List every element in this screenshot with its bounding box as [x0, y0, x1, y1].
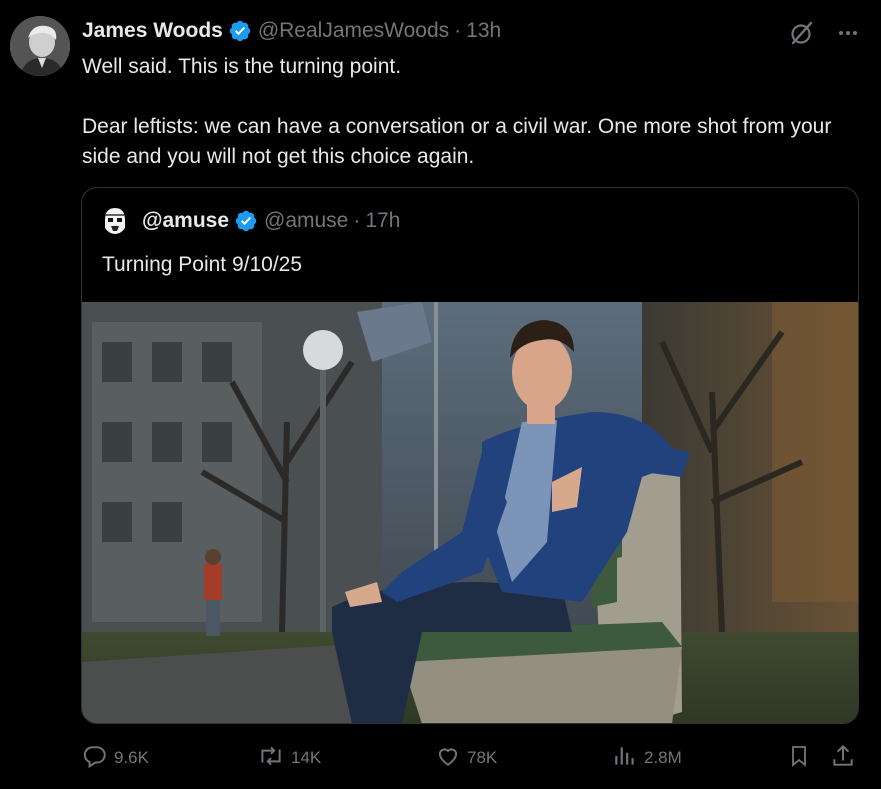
bookmark-icon — [787, 743, 817, 774]
verified-badge-icon — [228, 19, 252, 43]
quoted-timestamp[interactable]: 17h — [365, 209, 400, 233]
share-button[interactable] — [830, 738, 862, 778]
repost-count: 14K — [291, 748, 322, 767]
reply-count: 9.6K — [114, 748, 149, 767]
separator-dot: · — [353, 209, 361, 232]
reply-button[interactable]: 9.6K — [82, 738, 149, 778]
quoted-tweet[interactable]: @amuse @amuse · 17h Turning Point 9/10/2… — [81, 187, 859, 724]
timestamp[interactable]: 13h — [466, 19, 501, 43]
author-handle[interactable]: @RealJamesWoods — [258, 19, 449, 43]
quoted-author-handle[interactable]: @amuse — [264, 209, 348, 233]
quoted-author-name[interactable]: @amuse — [142, 209, 229, 233]
tweet-text: Well said. This is the turning point. De… — [82, 55, 832, 168]
action-bar: 9.6K 14K 78K 2.8M — [0, 738, 881, 778]
like-button[interactable]: 78K — [435, 738, 497, 778]
share-icon — [830, 743, 862, 774]
views-count: 2.8M — [644, 748, 682, 767]
quoted-avatar[interactable] — [102, 206, 128, 236]
quoted-tweet-text: Turning Point 9/10/25 — [102, 253, 303, 276]
tweet-header: James Woods @RealJamesWoods · 13h — [82, 18, 501, 44]
quoted-tweet-photo[interactable] — [82, 302, 858, 723]
grok-icon[interactable] — [789, 20, 815, 51]
more-icon[interactable] — [837, 22, 859, 49]
verified-badge-icon — [234, 209, 258, 233]
views-icon — [612, 743, 644, 774]
repost-icon — [257, 743, 291, 774]
separator-dot: · — [454, 19, 462, 42]
avatar[interactable] — [10, 16, 70, 76]
top-actions — [789, 20, 859, 51]
quoted-tweet-header: @amuse @amuse · 17h — [102, 206, 400, 236]
author-name[interactable]: James Woods — [82, 19, 223, 43]
views-button[interactable]: 2.8M — [612, 738, 682, 778]
repost-button[interactable]: 14K — [257, 738, 321, 778]
like-icon — [435, 743, 467, 774]
like-count: 78K — [467, 748, 498, 767]
bookmark-button[interactable] — [787, 738, 817, 778]
reply-icon — [82, 743, 114, 774]
